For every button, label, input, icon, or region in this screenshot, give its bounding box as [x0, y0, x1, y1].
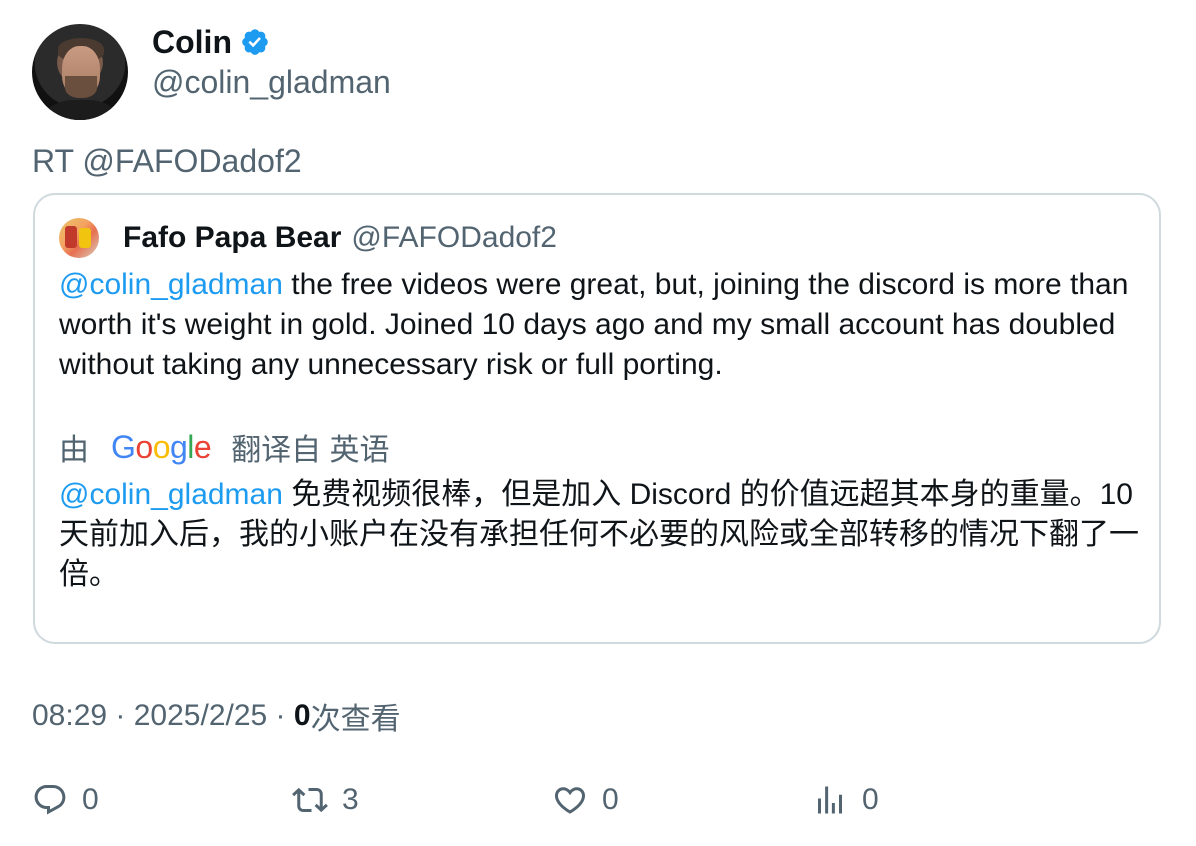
reply-icon [34, 785, 66, 815]
author-handle[interactable]: @colin_gladman [152, 64, 391, 101]
analytics-button[interactable]: 0 [812, 780, 879, 820]
meta-separator: · [107, 699, 134, 732]
retweet-text: RT @FAFODadof2 [32, 143, 302, 179]
tweet-header: Colin @colin_gladman [32, 24, 1132, 120]
author-display-name[interactable]: Colin [152, 24, 232, 61]
translated-text: @colin_gladman 免费视频很棒，但是加入 Discord 的价值远超… [59, 475, 1139, 595]
like-icon [554, 787, 586, 814]
like-count: 0 [602, 783, 619, 816]
views-count: 0 [293, 699, 311, 732]
retweet-icon [292, 787, 328, 813]
quoted-author-handle[interactable]: @FAFODadof2 [351, 221, 557, 255]
tweet-meta: 08:29 · 2025/2/25 · 0 次查看 [32, 694, 401, 738]
like-button[interactable]: 0 [552, 780, 619, 820]
google-logo-icon: Google [111, 428, 212, 465]
tweet-time[interactable]: 08:29 [32, 699, 107, 733]
verified-badge-icon [242, 29, 268, 55]
author-name-row: Colin [152, 24, 270, 60]
reply-count: 0 [82, 783, 99, 816]
quoted-author-avatar[interactable] [59, 218, 99, 258]
author-avatar[interactable] [32, 24, 128, 120]
retweet-button[interactable]: 3 [292, 780, 359, 820]
translated-mention-link[interactable]: @colin_gladman [59, 478, 283, 511]
analytics-count: 0 [862, 783, 879, 816]
action-bar: 0 3 0 0 [32, 780, 1132, 820]
quoted-tweet-card[interactable]: Fafo Papa Bear @FAFODadof2 @colin_gladma… [33, 193, 1161, 644]
meta-separator-2: · [267, 699, 294, 732]
mention-link[interactable]: @colin_gladman [59, 268, 283, 301]
translate-suffix: 翻译自 英语 [231, 434, 390, 467]
translate-prefix: 由 [59, 434, 89, 467]
quoted-tweet-header: Fafo Papa Bear @FAFODadof2 [59, 217, 557, 259]
tweet-date[interactable]: 2025/2/25 [134, 699, 267, 733]
retweet-count: 3 [342, 783, 359, 816]
quoted-tweet-text: @colin_gladman the free videos were grea… [59, 265, 1139, 385]
translation-attribution: 由 Google 翻译自 英语 [59, 425, 390, 469]
quoted-author-display-name[interactable]: Fafo Papa Bear [123, 221, 341, 255]
analytics-icon [818, 786, 842, 814]
views-label: 次查看 [310, 703, 401, 736]
reply-button[interactable]: 0 [32, 780, 99, 820]
